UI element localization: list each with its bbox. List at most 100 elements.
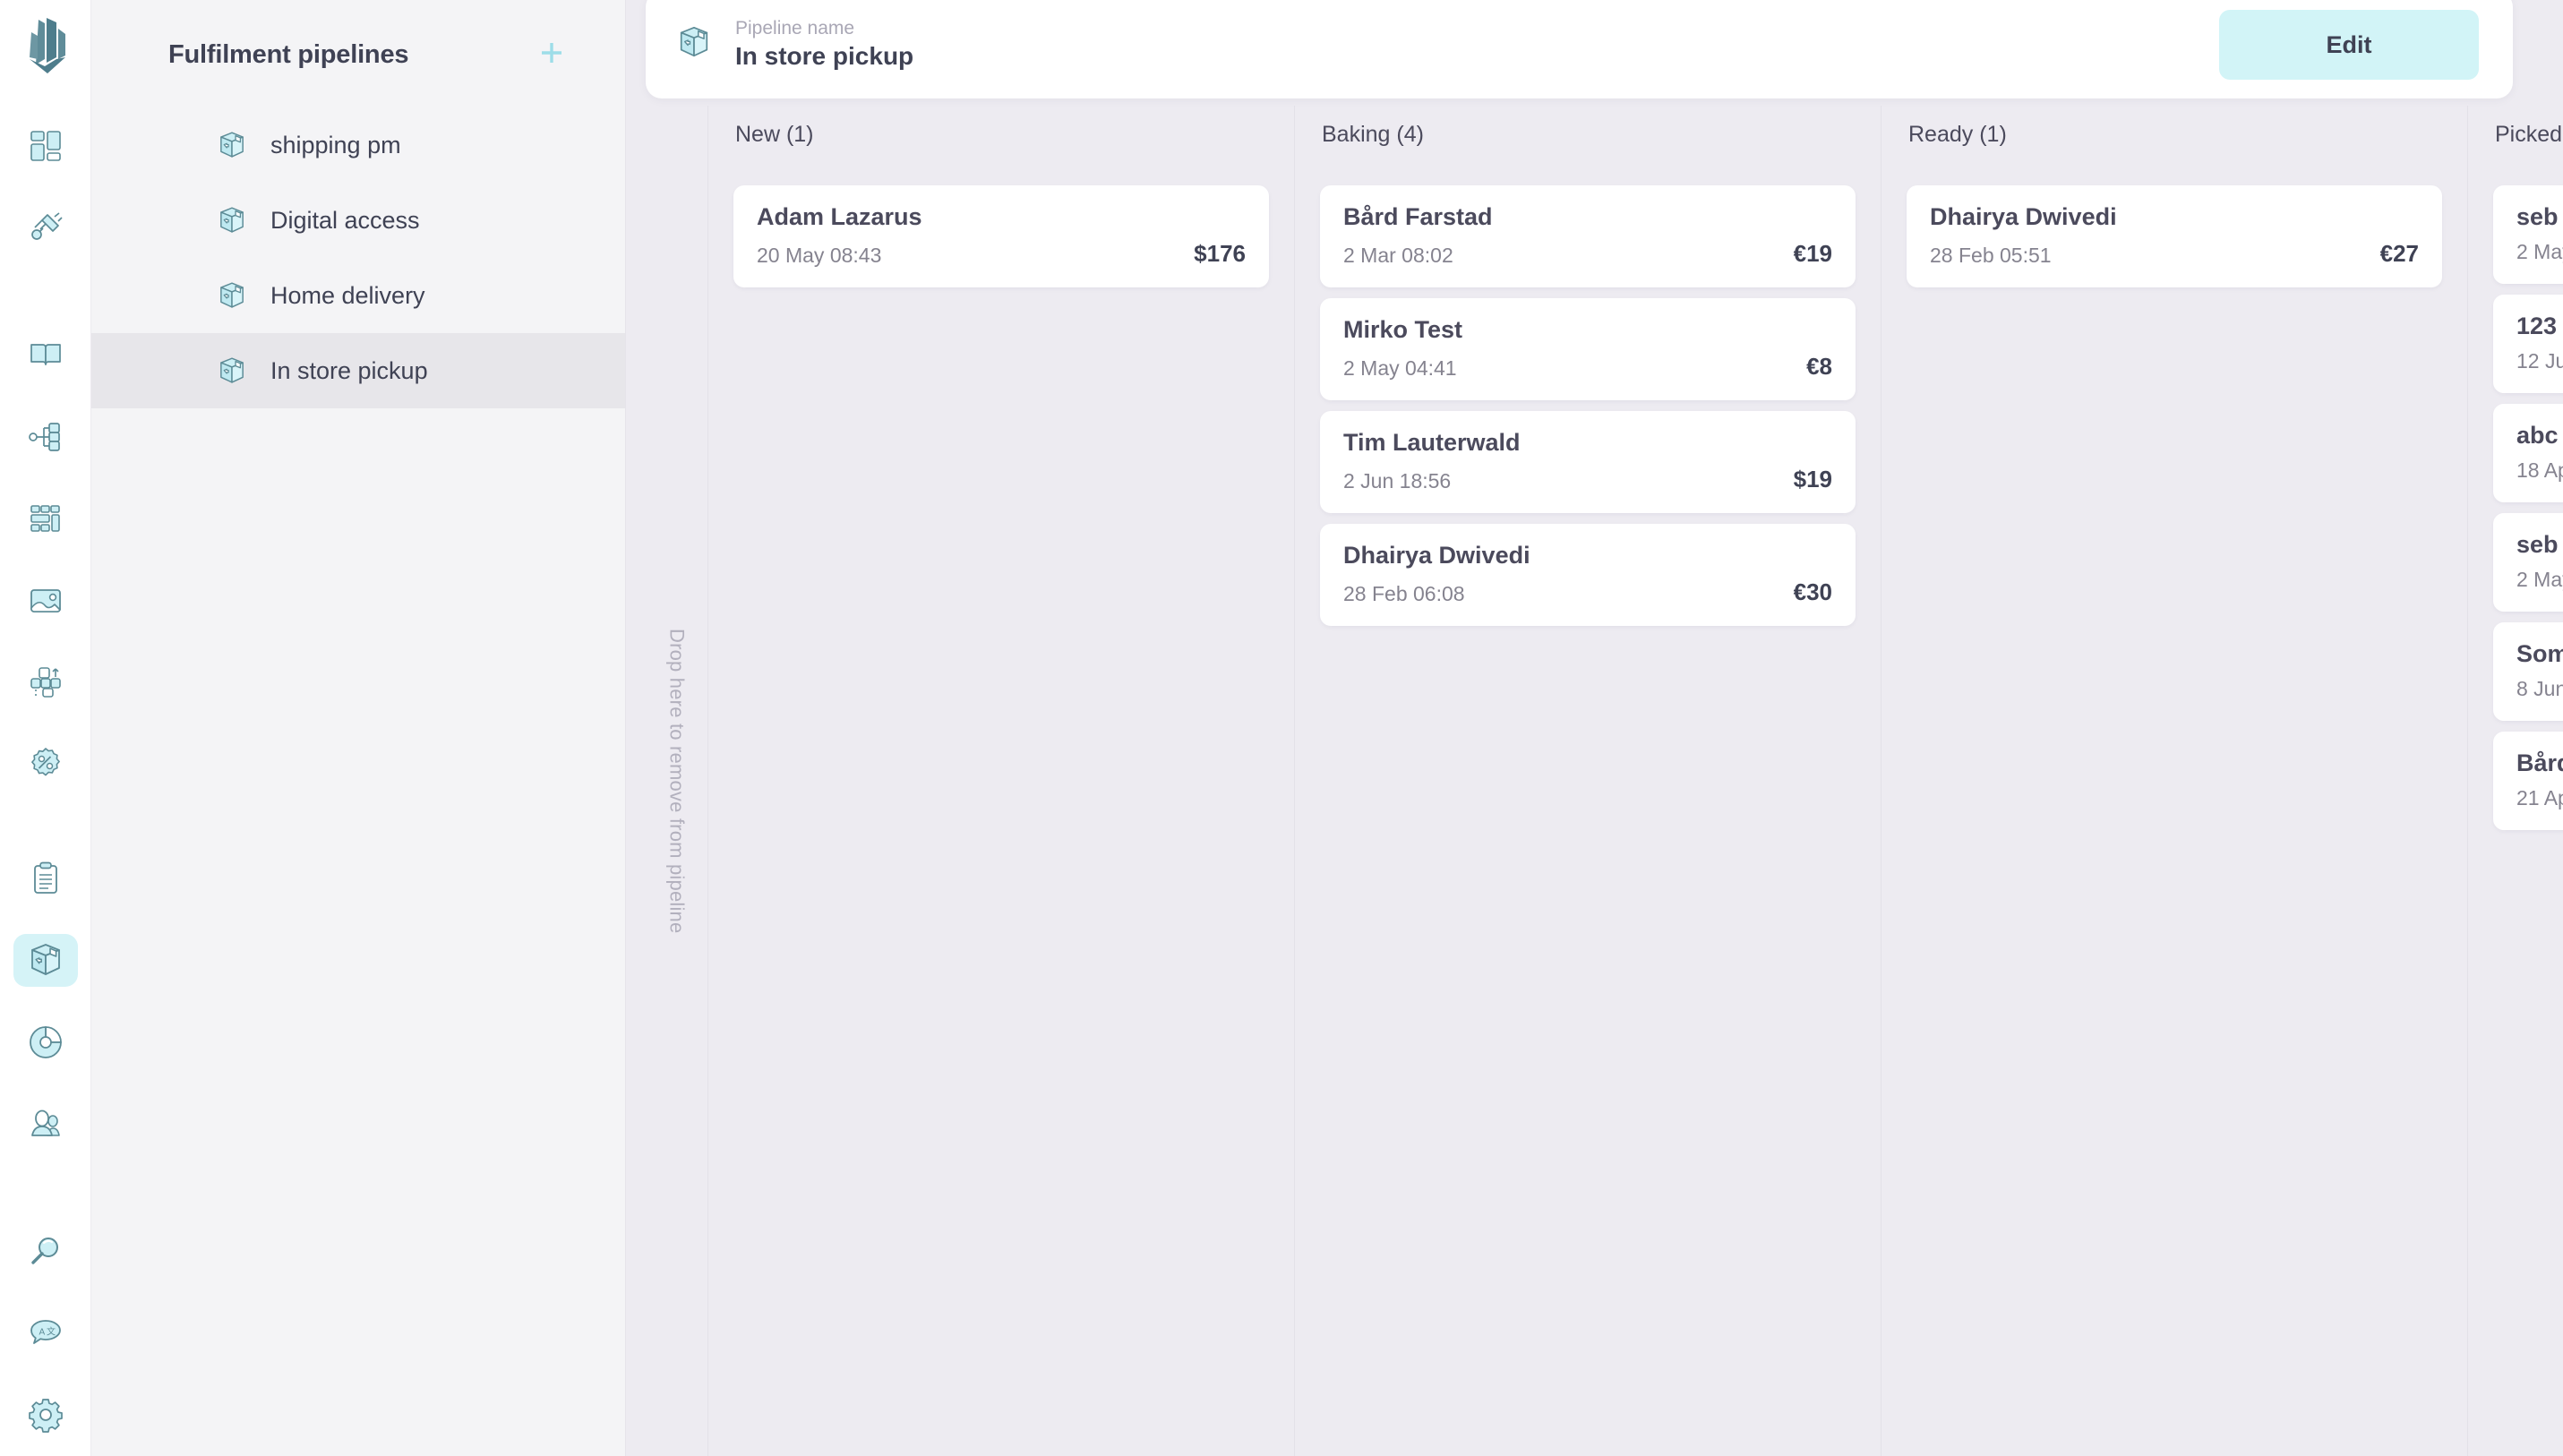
rail-item-settings[interactable] — [13, 1389, 78, 1442]
kanban-column-ready[interactable]: Ready (1) Dhairya Dwivedi 28 Feb 05:51 €… — [1882, 106, 2468, 1456]
order-card-meta: 28 Feb 06:08 €30 — [1343, 578, 1832, 606]
order-card[interactable]: Some 8 Jun — [2493, 622, 2563, 721]
order-card[interactable]: Adam Lazarus 20 May 08:43 $176 — [733, 185, 1269, 287]
rail-item-categories[interactable] — [13, 410, 78, 463]
order-card[interactable]: Dhairya Dwivedi 28 Feb 05:51 €27 — [1907, 185, 2442, 287]
order-card-date: 28 Feb 05:51 — [1930, 244, 2052, 267]
edit-button[interactable]: Edit — [2219, 10, 2479, 80]
order-card-meta: 2 Jun 18:56 $19 — [1343, 466, 1832, 493]
sidebar-item-shipping-pm[interactable]: shipping pm — [91, 107, 625, 183]
kanban-column-picked[interactable]: Picked seb s 2 May 123 1 12 Jun — [2468, 106, 2563, 1456]
order-card-name: Bård Farstad — [1343, 203, 1493, 230]
sidebar-item-label: Digital access — [270, 206, 420, 234]
order-card-date: 8 Jun — [2516, 677, 2563, 700]
order-card-name: Bård — [2516, 749, 2563, 776]
rail-item-media[interactable] — [13, 574, 78, 627]
order-card-amount: €30 — [1793, 578, 1832, 605]
order-card-date: 18 Apr — [2516, 458, 2563, 482]
order-card-date: 2 Mar 08:02 — [1343, 244, 1453, 267]
gear-settings-icon — [28, 1397, 64, 1434]
pie-chart-icon — [28, 1024, 64, 1060]
order-card-name: Dhairya Dwivedi — [1343, 542, 1530, 569]
order-card-meta: 20 May 08:43 $176 — [757, 240, 1246, 268]
rail-item-orders[interactable] — [13, 852, 78, 904]
order-card[interactable]: Dhairya Dwivedi 28 Feb 06:08 €30 — [1320, 524, 1856, 626]
order-card-amount: $19 — [1793, 466, 1832, 492]
sidebar-item-home-delivery[interactable]: Home delivery — [91, 258, 625, 333]
order-card[interactable]: 123 1 12 Jun — [2493, 295, 2563, 393]
order-card[interactable]: Mirko Test 2 May 04:41 €8 — [1320, 298, 1856, 400]
sidebar-item-label: Home delivery — [270, 281, 425, 309]
package-fulfilment-icon — [217, 130, 247, 160]
rail-item-workflows[interactable] — [13, 655, 78, 708]
sidebar-item-in-store-pickup[interactable]: In store pickup — [91, 333, 625, 408]
rail-item-reports[interactable] — [13, 1015, 78, 1068]
order-card-name: Tim Lauterwald — [1343, 429, 1521, 456]
rail-item-layouts[interactable] — [13, 492, 78, 545]
order-card-date: 28 Feb 06:08 — [1343, 582, 1465, 605]
customers-people-icon — [28, 1106, 64, 1142]
app-root: A 文 Fulfilment pipelines shipping pm Dig… — [0, 0, 2563, 1456]
column-title: Picked — [2495, 122, 2563, 147]
rail-item-search[interactable] — [13, 1225, 78, 1278]
order-card-date: 2 May — [2516, 568, 2563, 591]
order-card-amount: €27 — [2379, 240, 2419, 267]
sitemap-hierarchy-icon — [28, 419, 64, 455]
rail-item-customers[interactable] — [13, 1097, 78, 1150]
order-card-meta: 8 Jun — [2516, 677, 2563, 701]
order-card-date: 12 Jun — [2516, 349, 2563, 373]
plus-icon — [538, 39, 565, 71]
pipeline-header-card: Pipeline name In store pickup Edit — [646, 0, 2513, 98]
sidebar-item-label: shipping pm — [270, 131, 401, 158]
rail-item-dashboard[interactable] — [13, 119, 78, 172]
pipeline-name-value: In store pickup — [735, 41, 914, 70]
package-fulfilment-icon — [217, 280, 247, 311]
rail-item-promotions[interactable] — [13, 738, 78, 791]
order-card-meta: 2 Mar 08:02 €19 — [1343, 240, 1832, 268]
rail-item-translations[interactable]: A 文 — [13, 1306, 78, 1359]
order-card-name: abc te — [2516, 422, 2563, 449]
column-title: Ready (1) — [1908, 122, 2007, 147]
order-card-amount: €8 — [1806, 353, 1832, 380]
company-logo-crystal-icon[interactable] — [13, 16, 78, 80]
order-card-meta: 2 May — [2516, 568, 2563, 592]
order-card-meta: 2 May — [2516, 240, 2563, 264]
package-fulfilment-icon — [27, 941, 64, 979]
order-card-date: 2 May — [2516, 240, 2563, 263]
pipeline-list: shipping pm Digital access Home delivery… — [91, 107, 625, 408]
image-media-icon — [28, 583, 64, 619]
clipboard-orders-icon — [28, 861, 64, 896]
rail-item-fulfilment[interactable] — [13, 933, 78, 988]
order-card[interactable]: Bård 21 Apr — [2493, 732, 2563, 830]
order-card[interactable]: Bård Farstad 2 Mar 08:02 €19 — [1320, 185, 1856, 287]
rail-item-integrations[interactable] — [13, 201, 78, 253]
order-card-meta: 21 Apr — [2516, 786, 2563, 810]
app-icon-rail: A 文 — [0, 0, 91, 1456]
search-magnifier-icon — [28, 1234, 64, 1270]
order-card-amount: $176 — [1194, 240, 1246, 267]
order-card-name: 123 1 — [2516, 313, 2563, 339]
kanban-column-new[interactable]: New (1) Adam Lazarus 20 May 08:43 $176 — [708, 106, 1295, 1456]
remove-from-pipeline-dropzone[interactable]: Drop here to remove from pipeline — [646, 106, 708, 1456]
page-title: Fulfilment pipelines — [168, 39, 409, 69]
rail-item-catalog[interactable] — [13, 329, 78, 381]
order-card-name: Mirko Test — [1343, 316, 1463, 343]
order-card[interactable]: seb s 2 May — [2493, 185, 2563, 284]
package-fulfilment-icon — [217, 205, 247, 236]
order-card-meta: 12 Jun — [2516, 349, 2563, 373]
sidebar-item-label: In store pickup — [270, 356, 428, 384]
order-card-name: Some — [2516, 640, 2563, 667]
order-card[interactable]: Tim Lauterwald 2 Jun 18:56 $19 — [1320, 411, 1856, 513]
column-title: New (1) — [735, 122, 814, 147]
svg-text:A: A — [39, 1328, 45, 1338]
sidebar-item-digital-access[interactable]: Digital access — [91, 183, 625, 258]
sidebar-header: Fulfilment pipelines — [91, 0, 625, 82]
order-card[interactable]: seb s 2 May — [2493, 513, 2563, 612]
order-card-date: 2 May 04:41 — [1343, 356, 1457, 380]
translation-bubble-icon: A 文 — [28, 1315, 64, 1351]
svg-text:文: 文 — [47, 1326, 56, 1338]
add-pipeline-button[interactable] — [534, 37, 570, 73]
order-card-date: 21 Apr — [2516, 786, 2563, 809]
kanban-column-baking[interactable]: Baking (4) Bård Farstad 2 Mar 08:02 €19 … — [1295, 106, 1882, 1456]
order-card[interactable]: abc te 18 Apr — [2493, 404, 2563, 502]
